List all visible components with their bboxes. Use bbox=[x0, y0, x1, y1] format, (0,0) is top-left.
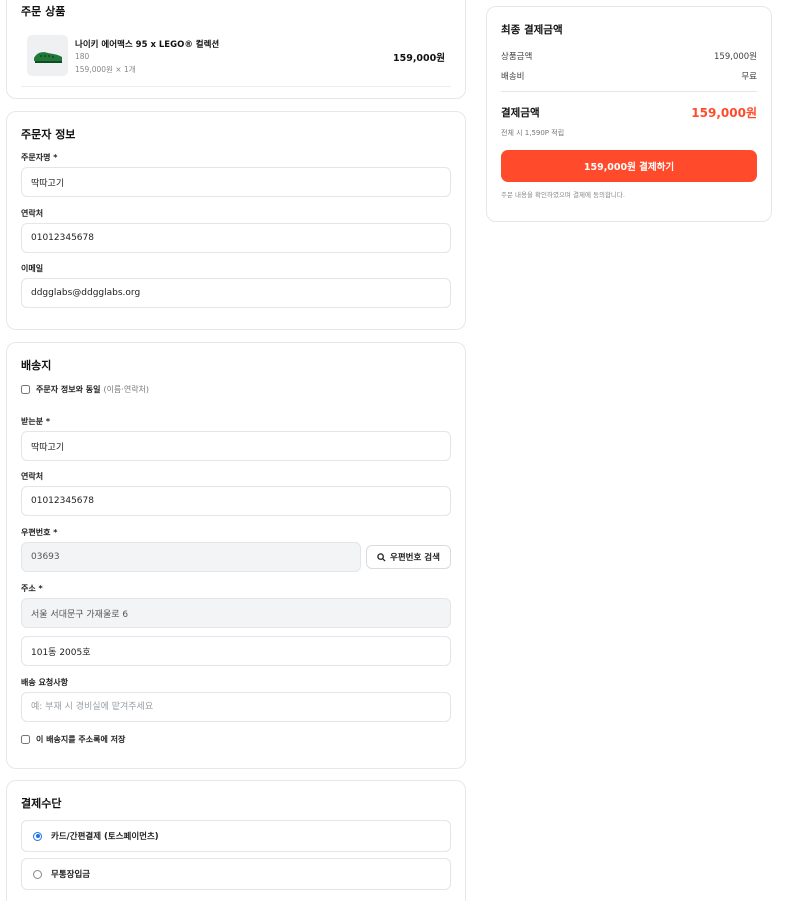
shoe-image bbox=[33, 51, 62, 63]
address-label: 주소 * bbox=[21, 584, 43, 593]
recipient-field[interactable] bbox=[21, 431, 451, 461]
save-address-checkbox-row[interactable]: 이 배송지를 주소록에 저장 bbox=[21, 734, 125, 745]
delivery-request-label: 배송 요청사항 bbox=[21, 678, 68, 687]
product-name[interactable]: 나이키 에어맥스 95 x LEGO® 컬렉션 bbox=[75, 38, 219, 50]
same-as-orderer-checkbox-row[interactable]: 주문자 정보와 동일 (이름·연락처) bbox=[21, 384, 149, 395]
address-detail-field[interactable] bbox=[21, 636, 451, 666]
shipping-title: 배송지 bbox=[21, 359, 52, 372]
orderer-info-title: 주문자 정보 bbox=[21, 128, 76, 141]
summary-divider bbox=[501, 91, 757, 92]
product-price: 159,000원 bbox=[392, 53, 445, 64]
save-address-checkbox[interactable] bbox=[21, 735, 30, 744]
orderer-name-label: 주문자명 * bbox=[21, 153, 58, 162]
zip-search-label: 우편번호 검색 bbox=[390, 553, 440, 563]
summary-product-amount-row: 상품금액 159,000원 bbox=[501, 50, 757, 62]
total-value: 159,000원 bbox=[691, 106, 757, 120]
order-summary-card: 최종 결제금액 상품금액 159,000원 배송비 무료 결제금액 159,00… bbox=[486, 6, 772, 222]
shipping-phone-field[interactable] bbox=[21, 486, 451, 516]
payment-option-card[interactable]: 카드/간편결제 (토스페이먼츠) bbox=[21, 820, 451, 852]
same-as-orderer-label: 주문자 정보와 동일 bbox=[36, 385, 101, 394]
payment-method-title: 결제수단 bbox=[21, 797, 62, 810]
shipping-fee-label: 배송비 bbox=[501, 72, 525, 82]
search-icon bbox=[377, 552, 386, 562]
shipping-fee-value: 무료 bbox=[741, 72, 757, 82]
zip-search-button[interactable]: 우편번호 검색 bbox=[366, 545, 451, 569]
payment-option-card-label: 카드/간편결제 (토스페이먼츠) bbox=[51, 832, 159, 842]
same-as-orderer-checkbox[interactable] bbox=[21, 385, 30, 394]
payment-option-bank-label: 무통장입금 bbox=[51, 870, 91, 880]
recipient-label: 받는분 * bbox=[21, 417, 51, 426]
order-items-title: 주문 상품 bbox=[21, 5, 66, 18]
orderer-name-field[interactable] bbox=[21, 167, 451, 197]
order-items-card: 주문 상품 나이키 에어맥스 95 x LEGO® 컬렉션 180 159,00… bbox=[6, 0, 466, 99]
product-amount-value: 159,000원 bbox=[714, 52, 757, 62]
product-unit-price-qty: 159,000원 × 1개 bbox=[75, 65, 136, 74]
summary-total-row: 결제금액 159,000원 bbox=[501, 104, 757, 121]
payment-option-card-radio[interactable] bbox=[33, 831, 42, 841]
summary-shipping-fee-row: 배송비 무료 bbox=[501, 70, 757, 82]
total-label: 결제금액 bbox=[501, 107, 540, 119]
product-thumbnail bbox=[27, 35, 68, 76]
payment-method-card: 결제수단 카드/간편결제 (토스페이먼츠) 무통장입금 bbox=[6, 780, 466, 901]
summary-title: 최종 결제금액 bbox=[501, 24, 563, 36]
save-address-label: 이 배송지를 주소록에 저장 bbox=[36, 735, 126, 744]
agreement-note: 주문 내용을 확인하였으며 결제에 동의합니다. bbox=[501, 191, 625, 199]
shipping-phone-label: 연락처 bbox=[21, 472, 44, 481]
orderer-email-label: 이메일 bbox=[21, 264, 44, 273]
points-note: 전체 시 1,590P 적립 bbox=[501, 129, 565, 137]
product-amount-label: 상품금액 bbox=[501, 52, 533, 62]
same-as-orderer-hint: (이름·연락처) bbox=[103, 385, 150, 394]
zip-label: 우편번호 * bbox=[21, 528, 58, 537]
product-option: 180 bbox=[75, 52, 90, 61]
payment-option-bank-radio[interactable] bbox=[33, 869, 42, 879]
orderer-email-field[interactable] bbox=[21, 278, 451, 308]
zip-field[interactable] bbox=[21, 542, 361, 572]
shipping-card: 배송지 주문자 정보와 동일 (이름·연락처) 받는분 * 연락처 우편번호 *… bbox=[6, 342, 466, 769]
delivery-request-field[interactable] bbox=[21, 692, 451, 722]
address-field[interactable] bbox=[21, 598, 451, 628]
orderer-phone-label: 연락처 bbox=[21, 209, 44, 218]
orderer-info-card: 주문자 정보 주문자명 * 연락처 이메일 bbox=[6, 111, 466, 330]
divider bbox=[21, 86, 451, 87]
payment-option-bank[interactable]: 무통장입금 bbox=[21, 858, 451, 890]
orderer-phone-field[interactable] bbox=[21, 223, 451, 253]
pay-button[interactable]: 159,000원 결제하기 bbox=[501, 150, 757, 182]
